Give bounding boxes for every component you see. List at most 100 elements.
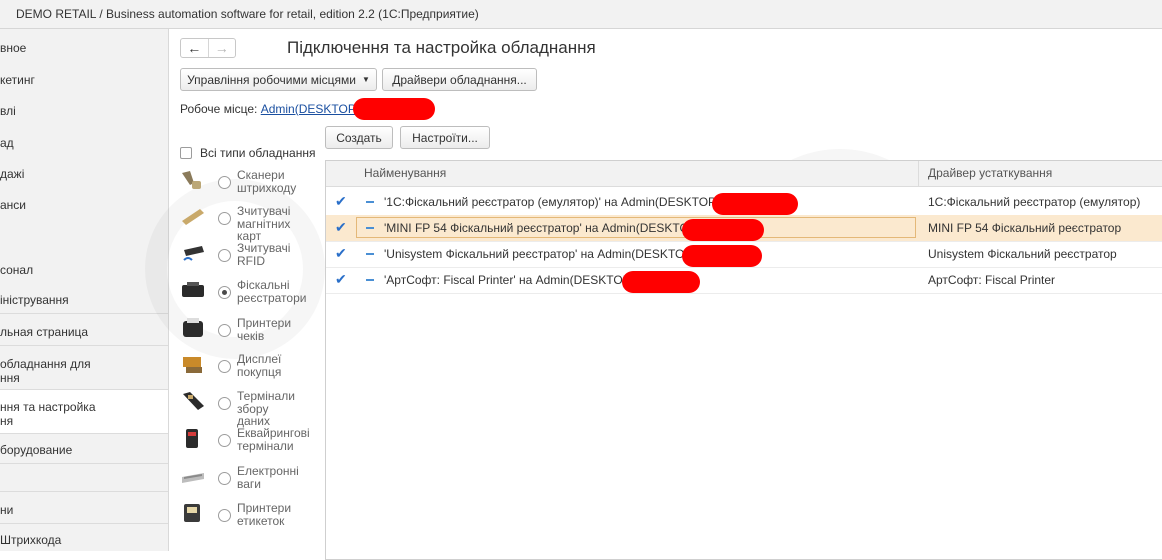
checkmark-icon: ✔: [335, 271, 347, 287]
row-driver: АртСофт: Fiscal Printer: [928, 273, 1056, 287]
radio-button[interactable]: [218, 397, 231, 410]
receipt-printer-icon: [183, 318, 203, 337]
setup-button[interactable]: Настроїти...: [400, 126, 490, 149]
radio-button[interactable]: [218, 324, 231, 337]
barcode-scanner-icon: [182, 171, 201, 189]
row-driver: MINI FP 54 Фіскальний реєстратор: [928, 221, 1122, 235]
equipment-table: Найменування Драйвер устаткування ✔ '1С:…: [325, 160, 1162, 560]
radio-button[interactable]: [218, 434, 231, 447]
filter-type-line2: RFID: [237, 254, 265, 268]
navigation-buttons: ← →: [180, 38, 236, 58]
sidebar-item-equipment[interactable]: борудование: [0, 443, 168, 457]
column-header-driver[interactable]: Драйвер устаткування: [928, 161, 1052, 186]
row-driver: Unisystem Фіскальний реєстратор: [928, 247, 1117, 261]
sidebar-item-purchases[interactable]: влі: [0, 104, 168, 118]
filter-type-line1: Дисплеї: [237, 352, 282, 366]
checkmark-icon: ✔: [335, 219, 347, 235]
fiscal-printer-icon: [182, 282, 204, 297]
redaction-mark: [682, 245, 762, 267]
radio-button[interactable]: [218, 472, 231, 485]
row-name: 'АртСофт: Fiscal Printer' на Admin(DESKT…: [384, 273, 631, 287]
item-icon: [366, 279, 374, 281]
scales-icon: [182, 473, 204, 483]
sidebar-item-warehouse[interactable]: ад: [0, 136, 168, 150]
radio-button[interactable]: [218, 286, 231, 299]
filter-type-line2: реєстратори: [237, 291, 307, 305]
chevron-down-icon: ▼: [361, 75, 370, 84]
row-driver: 1С:Фіскальний реєстратор (емулятор): [928, 195, 1141, 209]
item-icon: [366, 227, 374, 229]
row-name: '1С:Фіскальний реєстратор (емулятор)' на…: [384, 195, 721, 209]
sidebar-item-equipment-for-2: ння: [0, 371, 20, 385]
table-header: Найменування Драйвер устаткування: [326, 161, 1162, 187]
acquiring-terminal-icon: [186, 429, 198, 448]
checkmark-icon: ✔: [335, 245, 347, 261]
arrow-left-icon[interactable]: ←: [181, 39, 209, 57]
filter-type-line1: Принтери: [237, 316, 292, 330]
row-name: 'MINI FP 54 Фіскальний реєстратор' на Ad…: [384, 221, 697, 235]
window-title: DEMO RETAIL / Business automation softwa…: [0, 0, 1162, 29]
filter-type-line2: чеків: [237, 329, 265, 343]
workplace-link[interactable]: Admin(DESKTOP: [261, 102, 356, 116]
sidebar-item-marketing[interactable]: кетинг: [0, 73, 168, 87]
arrow-right-icon[interactable]: →: [209, 39, 236, 57]
radio-button[interactable]: [218, 249, 231, 262]
page-title: Підключення та настройка обладнання: [287, 38, 596, 57]
filter-type-line2: ваги: [237, 477, 261, 491]
column-header-name[interactable]: Найменування: [364, 161, 446, 186]
redaction-mark: [682, 219, 764, 241]
radio-button[interactable]: [218, 360, 231, 373]
sidebar-item-home-page[interactable]: льная страница: [0, 325, 168, 339]
filter-type-line2: термінали: [237, 439, 294, 453]
sidebar-item-finance[interactable]: анси: [0, 198, 168, 212]
radio-button[interactable]: [218, 176, 231, 189]
all-types-label: Всі типи обладнання: [200, 146, 316, 160]
drivers-button[interactable]: Драйвери обладнання...: [382, 68, 537, 91]
filter-type-line1: Зчитувачі: [237, 241, 291, 255]
sidebar-item-barcode[interactable]: Штрихкода: [0, 533, 168, 547]
sidebar-item-administration[interactable]: іністрування: [0, 293, 168, 307]
filter-type-line2: етикеток: [237, 514, 285, 528]
manage-workplaces-label: Управління робочими місцями: [187, 72, 356, 87]
filter-type-line2: збору даних: [237, 402, 271, 428]
item-icon: [366, 253, 374, 255]
filter-type-line1: Еквайрингові: [237, 426, 310, 440]
item-icon: [366, 201, 374, 203]
filter-type-line2: покупця: [237, 365, 282, 379]
rfid-reader-icon: [183, 246, 204, 261]
radio-button[interactable]: [218, 509, 231, 522]
radio-button[interactable]: [218, 212, 231, 225]
filter-type-line2: магнітних карт: [237, 217, 291, 243]
manage-workplaces-button[interactable]: Управління робочими місцями ▼: [180, 68, 377, 91]
sidebar-item-personnel[interactable]: сонал: [0, 263, 168, 277]
all-types-checkbox[interactable]: [180, 147, 192, 159]
create-button[interactable]: Создать: [325, 126, 393, 149]
filter-type-line1: Сканери: [237, 168, 285, 182]
redaction-mark: [353, 98, 435, 120]
sidebar: вное кетинг влі ад дажі анси сонал ініст…: [0, 29, 169, 551]
card-reader-icon: [182, 209, 204, 225]
label-printer-icon: [184, 504, 200, 522]
sidebar-item-connect-and-setup-2: ня: [0, 414, 14, 428]
sidebar-item-sales[interactable]: дажі: [0, 167, 168, 181]
redaction-mark: [712, 193, 798, 215]
sidebar-item-connect-and-setup[interactable]: ння та настройка: [0, 400, 168, 414]
sidebar-item-equipment-for[interactable]: обладнання для: [0, 357, 168, 371]
checkmark-icon: ✔: [335, 193, 347, 209]
sidebar-item-terminals[interactable]: ни: [0, 503, 168, 517]
row-name: 'Unisystem Фіскальний реєстратор' на Adm…: [384, 247, 693, 261]
filter-type-line1: Термінали: [237, 389, 295, 403]
redaction-mark: [622, 271, 700, 293]
data-terminal-icon: [183, 392, 204, 410]
filter-type-line2: штрихкоду: [237, 181, 297, 195]
workplace-row: Робоче місце: Admin(DESKTOP: [180, 102, 356, 116]
main-content: ← → Підключення та настройка обладнання …: [169, 29, 1162, 560]
workplace-label: Робоче місце:: [180, 102, 258, 116]
filter-type-line1: Зчитувачі: [237, 204, 291, 218]
filter-type-line1: Електронні: [237, 464, 299, 478]
filter-type-line1: Принтери: [237, 501, 292, 515]
table-row[interactable]: ✔ 'АртСофт: Fiscal Printer' на Admin(DES…: [326, 267, 1162, 294]
customer-display-icon: [183, 357, 202, 373]
sidebar-item-main[interactable]: вное: [0, 41, 168, 55]
filter-type-line1: Фіскальні: [237, 278, 290, 292]
